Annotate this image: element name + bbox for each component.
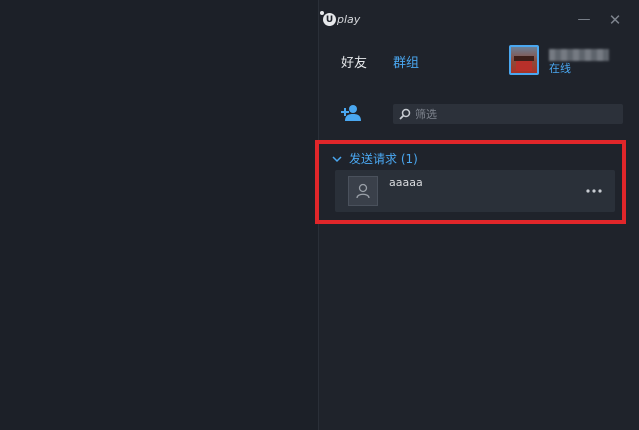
left-empty-area: [0, 0, 318, 430]
tab-bar: 好友 群组: [341, 56, 419, 72]
add-friend-icon: [341, 105, 361, 121]
titlebar: U play — ✕: [319, 0, 639, 40]
add-friend-button[interactable]: [341, 104, 361, 122]
search-input[interactable]: 筛选: [393, 104, 623, 124]
tab-friends[interactable]: 好友: [341, 56, 367, 72]
username-blurred: [549, 49, 609, 61]
uplay-logo-icon: U: [320, 11, 336, 26]
search-icon: [399, 108, 411, 120]
tab-groups[interactable]: 群组: [393, 56, 419, 72]
avatar-image-wall: [516, 61, 532, 71]
avatar[interactable]: [509, 45, 539, 75]
close-button[interactable]: ✕: [607, 12, 623, 28]
highlight-box: [315, 140, 626, 224]
logo-text: play: [337, 13, 361, 26]
search-placeholder: 筛选: [415, 108, 437, 121]
uplay-logo: U play: [320, 11, 361, 26]
minimize-button[interactable]: —: [576, 12, 592, 28]
online-status: 在线: [549, 62, 571, 75]
